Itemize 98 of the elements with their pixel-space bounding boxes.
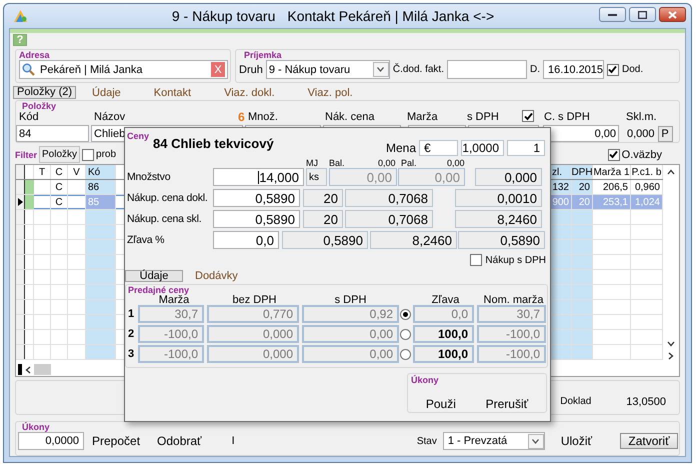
value-field: 100,0 xyxy=(413,345,474,363)
value-field: 0,7068 xyxy=(345,210,433,228)
column-header: s DPH xyxy=(334,295,368,305)
field-label: Zľava % xyxy=(127,234,166,246)
checkbox-label: O.väzby xyxy=(622,148,662,160)
column-label: Názov xyxy=(94,111,126,123)
value-field: 0,000 xyxy=(207,325,299,343)
header-value: 0,00 xyxy=(447,159,465,168)
value-field: -100,0 xyxy=(138,325,204,343)
group-label: Úkony xyxy=(411,375,440,385)
value-field: 0,00 xyxy=(302,345,399,363)
column-header: T xyxy=(34,165,51,179)
value-field: 0,5890 xyxy=(282,231,368,249)
value-field: 20 xyxy=(303,210,343,228)
column-label: Nák. cena xyxy=(325,111,376,123)
group-label: Predajné ceny xyxy=(128,285,190,295)
group-label: Úkony xyxy=(22,422,51,432)
value-field: 0,92 xyxy=(302,305,399,323)
column-label: Marža xyxy=(407,111,439,123)
table-cell: 86 xyxy=(86,180,116,194)
value-field: 0,5890 xyxy=(458,231,545,249)
value-field: 0,00 xyxy=(302,325,399,343)
column-header: Bal. xyxy=(329,159,346,168)
value-field: 8,2460 xyxy=(455,210,542,228)
table-cell: C xyxy=(51,180,68,194)
column-header: P.c1. b xyxy=(631,165,663,179)
value-field: 100,0 xyxy=(413,325,474,343)
table-cell: 206,5 xyxy=(593,180,631,194)
value-field: 20 xyxy=(303,189,343,207)
table-cell: 85 xyxy=(86,195,116,209)
value-field: 30,7 xyxy=(477,305,546,323)
value-field: 30,7 xyxy=(138,305,204,323)
value-field: -100,0 xyxy=(477,345,546,363)
checkbox-label: Dod. xyxy=(622,64,644,75)
field-label: Stav xyxy=(416,436,437,446)
column-label: C. s DPH xyxy=(544,111,591,123)
value-field: 0,7068 xyxy=(345,189,433,207)
summary-label: Doklad xyxy=(560,396,592,407)
window-title: 9 - Nákup tovaru xyxy=(172,8,276,24)
group-label: Príjemka xyxy=(244,50,283,60)
column-header: DPH xyxy=(572,165,593,179)
group-label: Adresa xyxy=(19,50,51,60)
value-field: -100,0 xyxy=(477,325,546,343)
value-field: 0,00 xyxy=(398,168,465,186)
table-cell: 253,1 xyxy=(593,195,631,209)
value-field: 0,0010 xyxy=(455,189,542,207)
row-number: 1 xyxy=(128,308,136,320)
value-field: 0,000 xyxy=(207,345,299,363)
column-header: Marža xyxy=(158,295,190,305)
filter-label: Filter xyxy=(15,150,38,160)
column-label: s DPH xyxy=(467,111,500,123)
field-label: Druh xyxy=(239,64,263,76)
header-value: 0,00 xyxy=(378,159,397,168)
summary-value: 13,0500 xyxy=(626,396,666,408)
column-label: Kód xyxy=(19,111,40,123)
field-label: Množstvo xyxy=(127,171,172,183)
column-header: bez DPH xyxy=(231,295,278,305)
count-label: 6 xyxy=(238,110,246,124)
price-field: 0,00 xyxy=(543,125,619,142)
column-label: Skl.m. xyxy=(626,111,657,123)
column-header: Zľava xyxy=(430,295,460,305)
table-cell: 20 xyxy=(572,195,593,209)
row-number: 3 xyxy=(128,348,136,360)
column-header: zl. xyxy=(550,165,572,179)
field-label: D. xyxy=(530,64,540,75)
column-header: Nom. marža xyxy=(482,295,544,305)
value-field: 0,0 xyxy=(413,305,474,323)
field-label: Č.dod. fakt. xyxy=(392,64,444,75)
window-subtitle: Kontakt Pekáreň | Milá Janka <-> xyxy=(287,8,494,24)
column-header: Kó xyxy=(86,165,116,179)
group-label: Položky xyxy=(22,101,58,111)
value-field: -100,0 xyxy=(138,345,204,363)
value-field: 8,2460 xyxy=(370,231,457,249)
checkbox-label: prob xyxy=(96,149,116,160)
column-header: Marža 1 xyxy=(593,165,631,179)
table-cell: 0,960 xyxy=(631,180,663,194)
value-field: 0,000 xyxy=(475,168,542,186)
checkbox-label: Nákup s DPH xyxy=(485,254,546,266)
status-text: I xyxy=(232,435,235,447)
column-label: Množ. xyxy=(248,111,279,123)
table-cell: 900 xyxy=(550,195,572,209)
table-cell: 132 xyxy=(550,180,572,194)
value-field: 0,00 xyxy=(329,168,397,186)
field-label: Nákup. cena skl. xyxy=(127,213,202,225)
product-title: 84 Chlieb tekvicový xyxy=(153,136,274,151)
currency-label: Mena xyxy=(386,141,416,155)
group-label: Ceny xyxy=(127,131,150,141)
table-cell: 1,024 xyxy=(631,195,663,209)
table-cell: 20 xyxy=(572,180,593,194)
stock-value: 0,000 xyxy=(627,128,655,140)
column-header: MJ xyxy=(306,159,319,168)
row-number: 2 xyxy=(128,328,136,340)
field-label: Nákup. cena dokl. xyxy=(127,192,209,204)
column-header: Pal. xyxy=(401,159,418,168)
value-field: ks xyxy=(306,168,327,186)
value-field: 0,770 xyxy=(207,305,299,323)
column-header: C xyxy=(51,165,68,179)
table-cell: C xyxy=(51,195,68,209)
